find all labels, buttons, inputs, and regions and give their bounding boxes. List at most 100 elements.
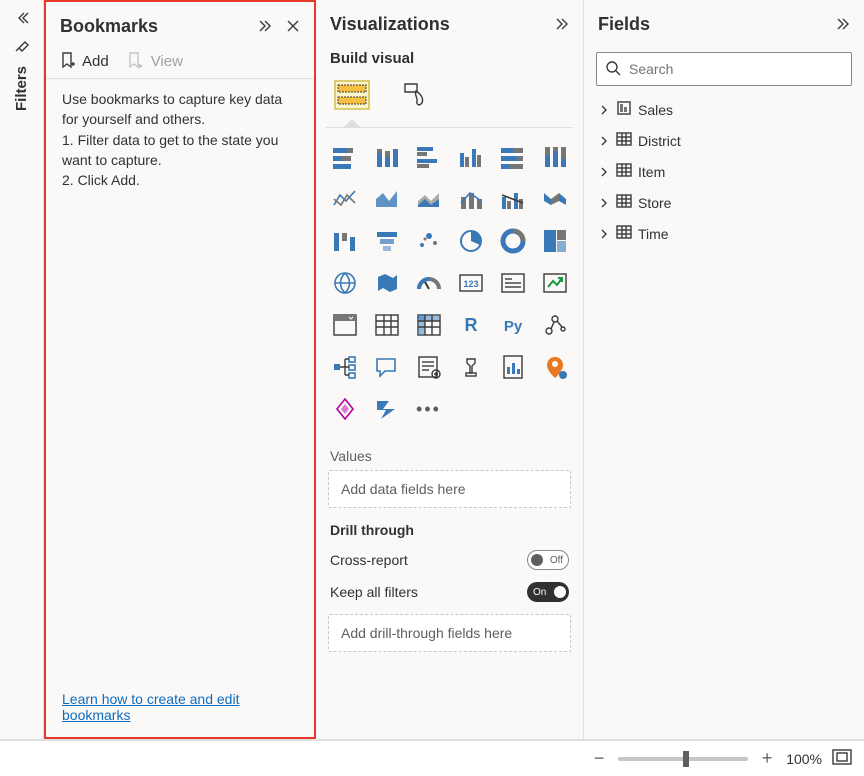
table-icon [616, 131, 632, 150]
filters-expand-chevron-icon[interactable] [11, 6, 33, 30]
fields-table-item[interactable]: Item [590, 156, 858, 187]
fields-table-label: Store [638, 195, 671, 211]
viz-line-clustered-column-icon[interactable] [494, 180, 532, 218]
format-visual-tab-icon [399, 80, 429, 110]
build-visual-tab-icon [334, 80, 370, 110]
viz-map-icon[interactable] [326, 264, 364, 302]
visualizations-pane: Visualizations Build visual [316, 0, 584, 739]
viz-ribbon-icon[interactable] [536, 180, 574, 218]
zoom-out-button[interactable]: − [590, 748, 608, 769]
zoom-in-button[interactable]: + [758, 748, 776, 769]
fields-table-list: Sales District Item Store Time [584, 94, 864, 249]
filters-eraser-icon[interactable] [11, 32, 33, 58]
svg-text:123: 123 [463, 279, 478, 289]
viz-paginated-report-icon[interactable] [494, 348, 532, 386]
viz-treemap-icon[interactable] [536, 222, 574, 260]
fields-collapse-chevron-icon[interactable] [832, 13, 854, 35]
viz-donut-icon[interactable] [494, 222, 532, 260]
viz-more-visuals-icon[interactable]: ••• [410, 390, 448, 428]
table-icon [616, 193, 632, 212]
viz-line-stacked-column-icon[interactable] [452, 180, 490, 218]
fields-table-district[interactable]: District [590, 125, 858, 156]
build-visual-tab[interactable] [330, 73, 374, 117]
fit-to-page-icon[interactable] [832, 749, 852, 768]
bookmarks-help-intro: Use bookmarks to capture key data for yo… [62, 89, 298, 130]
viz-key-influencers-icon[interactable] [536, 306, 574, 344]
zoom-slider[interactable] [618, 757, 748, 761]
viz-clustered-bar-icon[interactable] [410, 138, 448, 176]
viz-python-icon[interactable]: Py [494, 306, 532, 344]
bookmarks-add-label: Add [82, 53, 109, 70]
fields-table-store[interactable]: Store [590, 187, 858, 218]
bookmarks-learn-link[interactable]: Learn how to create and edit bookmarks [62, 691, 239, 723]
viz-clustered-column-icon[interactable] [452, 138, 490, 176]
viz-arcgis-map-icon[interactable] [536, 348, 574, 386]
svg-text:Py: Py [503, 318, 522, 335]
keep-all-filters-toggle[interactable]: On [527, 582, 569, 602]
fields-table-label: District [638, 133, 681, 149]
viz-r-script-icon[interactable]: R [452, 306, 490, 344]
values-dropzone[interactable]: Add data fields here [328, 470, 571, 508]
zoom-footer: − + 100% [0, 740, 864, 776]
fields-table-sales[interactable]: Sales [590, 94, 858, 125]
viz-line-icon[interactable] [326, 180, 364, 218]
viz-pie-icon[interactable] [452, 222, 490, 260]
bookmarks-help-step1: 1. Filter data to get to the state you w… [62, 130, 298, 171]
drill-through-label: Drill through [316, 508, 583, 544]
viz-decomposition-tree-icon[interactable] [326, 348, 364, 386]
table-icon [616, 224, 632, 243]
bookmarks-add-button[interactable]: Add [60, 52, 109, 70]
viz-goals-icon[interactable] [452, 348, 490, 386]
bookmark-view-icon [127, 52, 145, 70]
viz-table-icon[interactable] [368, 306, 406, 344]
viz-100-stacked-bar-icon[interactable] [494, 138, 532, 176]
bookmarks-title: Bookmarks [60, 16, 254, 37]
viz-filled-map-icon[interactable] [368, 264, 406, 302]
chevron-right-icon [598, 228, 610, 240]
viz-waterfall-icon[interactable] [326, 222, 364, 260]
viz-100-stacked-column-icon[interactable] [536, 138, 574, 176]
viz-card-icon[interactable]: 123 [452, 264, 490, 302]
viz-smart-narrative-icon[interactable] [410, 348, 448, 386]
bookmarks-collapse-chevron-icon[interactable] [254, 15, 276, 37]
zoom-percent-label: 100% [786, 751, 822, 767]
viz-scatter-icon[interactable] [410, 222, 448, 260]
viz-area-icon[interactable] [368, 180, 406, 218]
measure-group-icon [616, 100, 632, 119]
viz-gauge-icon[interactable] [410, 264, 448, 302]
visualization-gallery: 123 R Py ••• [326, 127, 573, 434]
bookmarks-help-step2: 2. Click Add. [62, 170, 298, 190]
viz-matrix-icon[interactable] [410, 306, 448, 344]
viz-funnel-icon[interactable] [368, 222, 406, 260]
bookmarks-view-button: View [127, 52, 183, 70]
cross-report-toggle[interactable]: Off [527, 550, 569, 570]
viz-kpi-icon[interactable] [536, 264, 574, 302]
bookmark-add-icon [60, 52, 76, 70]
fields-table-time[interactable]: Time [590, 218, 858, 249]
viz-stacked-area-icon[interactable] [410, 180, 448, 218]
fields-pane: Fields Sales District [584, 0, 864, 739]
viz-power-apps-icon[interactable] [326, 390, 364, 428]
bookmarks-view-label: View [151, 53, 183, 70]
drill-through-dropzone[interactable]: Add drill-through fields here [328, 614, 571, 652]
visualizations-title: Visualizations [330, 14, 551, 35]
chevron-right-icon [598, 166, 610, 178]
filters-label: Filters [13, 66, 30, 111]
fields-table-label: Sales [638, 102, 673, 118]
viz-power-automate-icon[interactable] [368, 390, 406, 428]
bookmarks-pane: Bookmarks Add View Use bookmarks to capt [44, 0, 316, 739]
values-label: Values [316, 434, 583, 470]
fields-search-input[interactable] [596, 52, 852, 86]
viz-slicer-icon[interactable] [326, 306, 364, 344]
chevron-right-icon [598, 104, 610, 116]
visualizations-collapse-chevron-icon[interactable] [551, 13, 573, 35]
format-visual-tab[interactable] [392, 73, 436, 117]
chevron-right-icon [598, 135, 610, 147]
viz-multi-row-card-icon[interactable] [494, 264, 532, 302]
fields-table-label: Item [638, 164, 665, 180]
viz-stacked-column-icon[interactable] [368, 138, 406, 176]
viz-qna-icon[interactable] [368, 348, 406, 386]
bookmarks-close-icon[interactable] [282, 15, 304, 37]
viz-stacked-bar-icon[interactable] [326, 138, 364, 176]
cross-report-label: Cross-report [330, 552, 408, 568]
